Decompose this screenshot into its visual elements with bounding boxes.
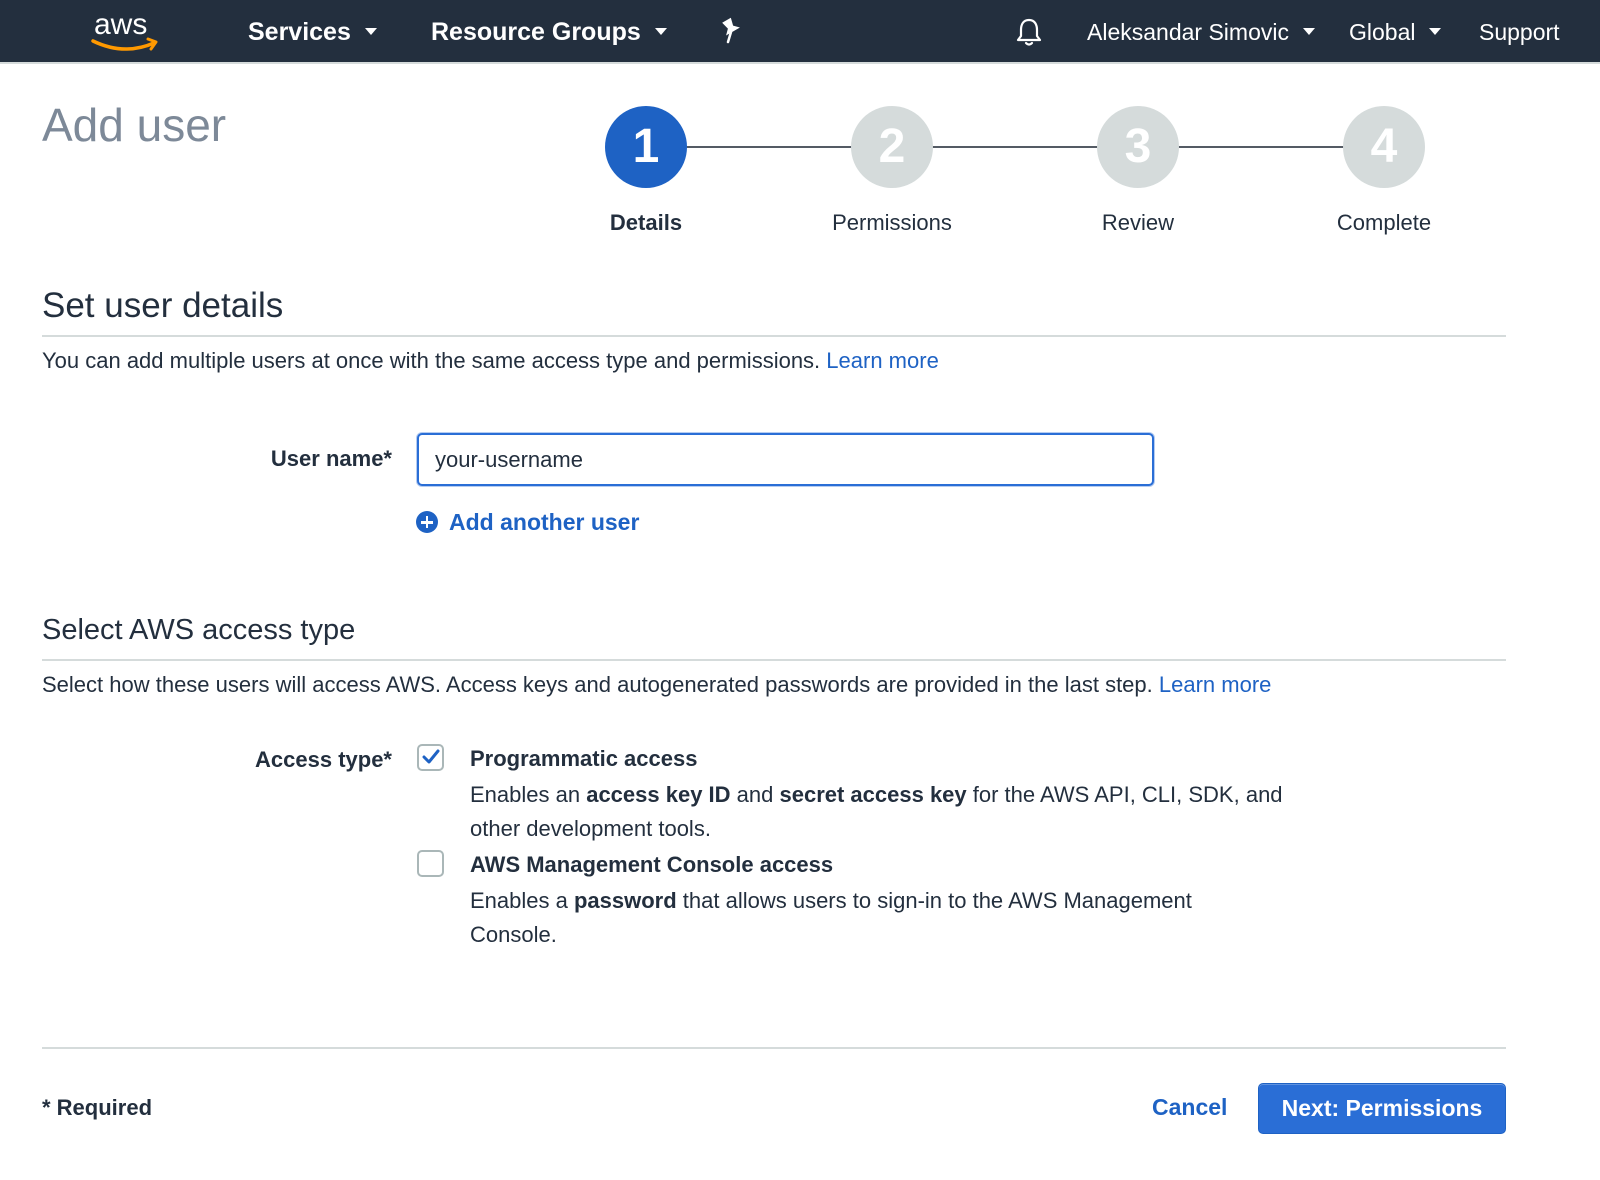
wizard-step-review: 3 [1097,106,1179,188]
console-access-title: AWS Management Console access [470,852,834,877]
resource-groups-label: Resource Groups [431,18,641,46]
wizard-step-permissions: 2 [851,106,933,188]
logo-text: aws [94,8,147,41]
chevron-down-icon [1302,28,1315,36]
services-label: Services [248,18,351,46]
wizard-label-permissions: Permissions [832,210,952,235]
cancel-button[interactable]: Cancel [1152,1094,1227,1121]
pin-button[interactable] [718,16,744,48]
pin-icon [722,17,740,44]
account-menu[interactable]: Aleksandar Simovic [1087,0,1315,64]
chevron-down-icon [1429,28,1442,36]
add-another-user-link[interactable]: Add another user [416,507,639,537]
wizard-connector [1177,146,1345,148]
services-menu[interactable]: Services [248,0,377,64]
top-nav: aws Services Resource Groups Aleksandar … [0,0,1600,64]
access-type-heading: Select AWS access type [42,614,356,646]
learn-more-link[interactable]: Learn more [826,348,939,373]
resource-groups-menu[interactable]: Resource Groups [431,0,667,64]
footer-divider [42,1047,1506,1049]
aws-logo[interactable]: aws [90,8,162,54]
programmatic-access-description: Enables an access key ID and secret acce… [470,782,1283,841]
notifications-button[interactable] [1014,16,1044,48]
chevron-down-icon [364,27,377,35]
account-name: Aleksandar Simovic [1087,19,1289,45]
wizard-label-review: Review [1101,210,1175,235]
chevron-down-icon [654,27,667,35]
username-label: User name* [270,446,392,471]
programmatic-access-checkbox[interactable] [417,744,444,771]
console-access-description: Enables a password that allows users to … [470,888,1192,947]
divider [42,659,1506,661]
region-label: Global [1349,19,1416,45]
plus-circle-icon [416,511,438,533]
aws-logo-icon: aws [91,8,158,51]
user-details-description: You can add multiple users at once with … [42,348,939,374]
user-details-text: You can add multiple users at once with … [42,348,821,373]
wizard-label-complete: Complete [1336,210,1432,235]
wizard-label-details: Details [609,210,683,235]
bell-icon [1016,18,1042,46]
wizard-steps: 1 2 3 4 Details Permissions Review Compl… [605,106,1445,246]
access-type-label: Access type* [255,747,392,772]
page-title: Add user [42,99,227,151]
username-input[interactable] [417,433,1154,486]
divider [42,335,1506,337]
required-note: * Required [42,1095,153,1120]
learn-more-link[interactable]: Learn more [1159,672,1272,697]
support-menu[interactable]: Support [1479,0,1560,64]
support-label: Support [1479,19,1560,45]
wizard-connector [931,146,1099,148]
access-type-text: Select how these users will access AWS. … [42,672,1153,697]
programmatic-access-title: Programmatic access [470,746,698,771]
add-another-user-label: Add another user [449,508,640,535]
wizard-step-complete: 4 [1343,106,1425,188]
console-access-checkbox[interactable] [417,850,444,877]
region-menu[interactable]: Global [1349,0,1442,64]
checkmark-icon [422,749,440,764]
next-permissions-button[interactable]: Next: Permissions [1258,1083,1506,1134]
user-details-heading: Set user details [42,286,284,325]
wizard-connector [685,146,853,148]
wizard-step-details: 1 [605,106,687,188]
access-type-description: Select how these users will access AWS. … [42,672,1271,698]
